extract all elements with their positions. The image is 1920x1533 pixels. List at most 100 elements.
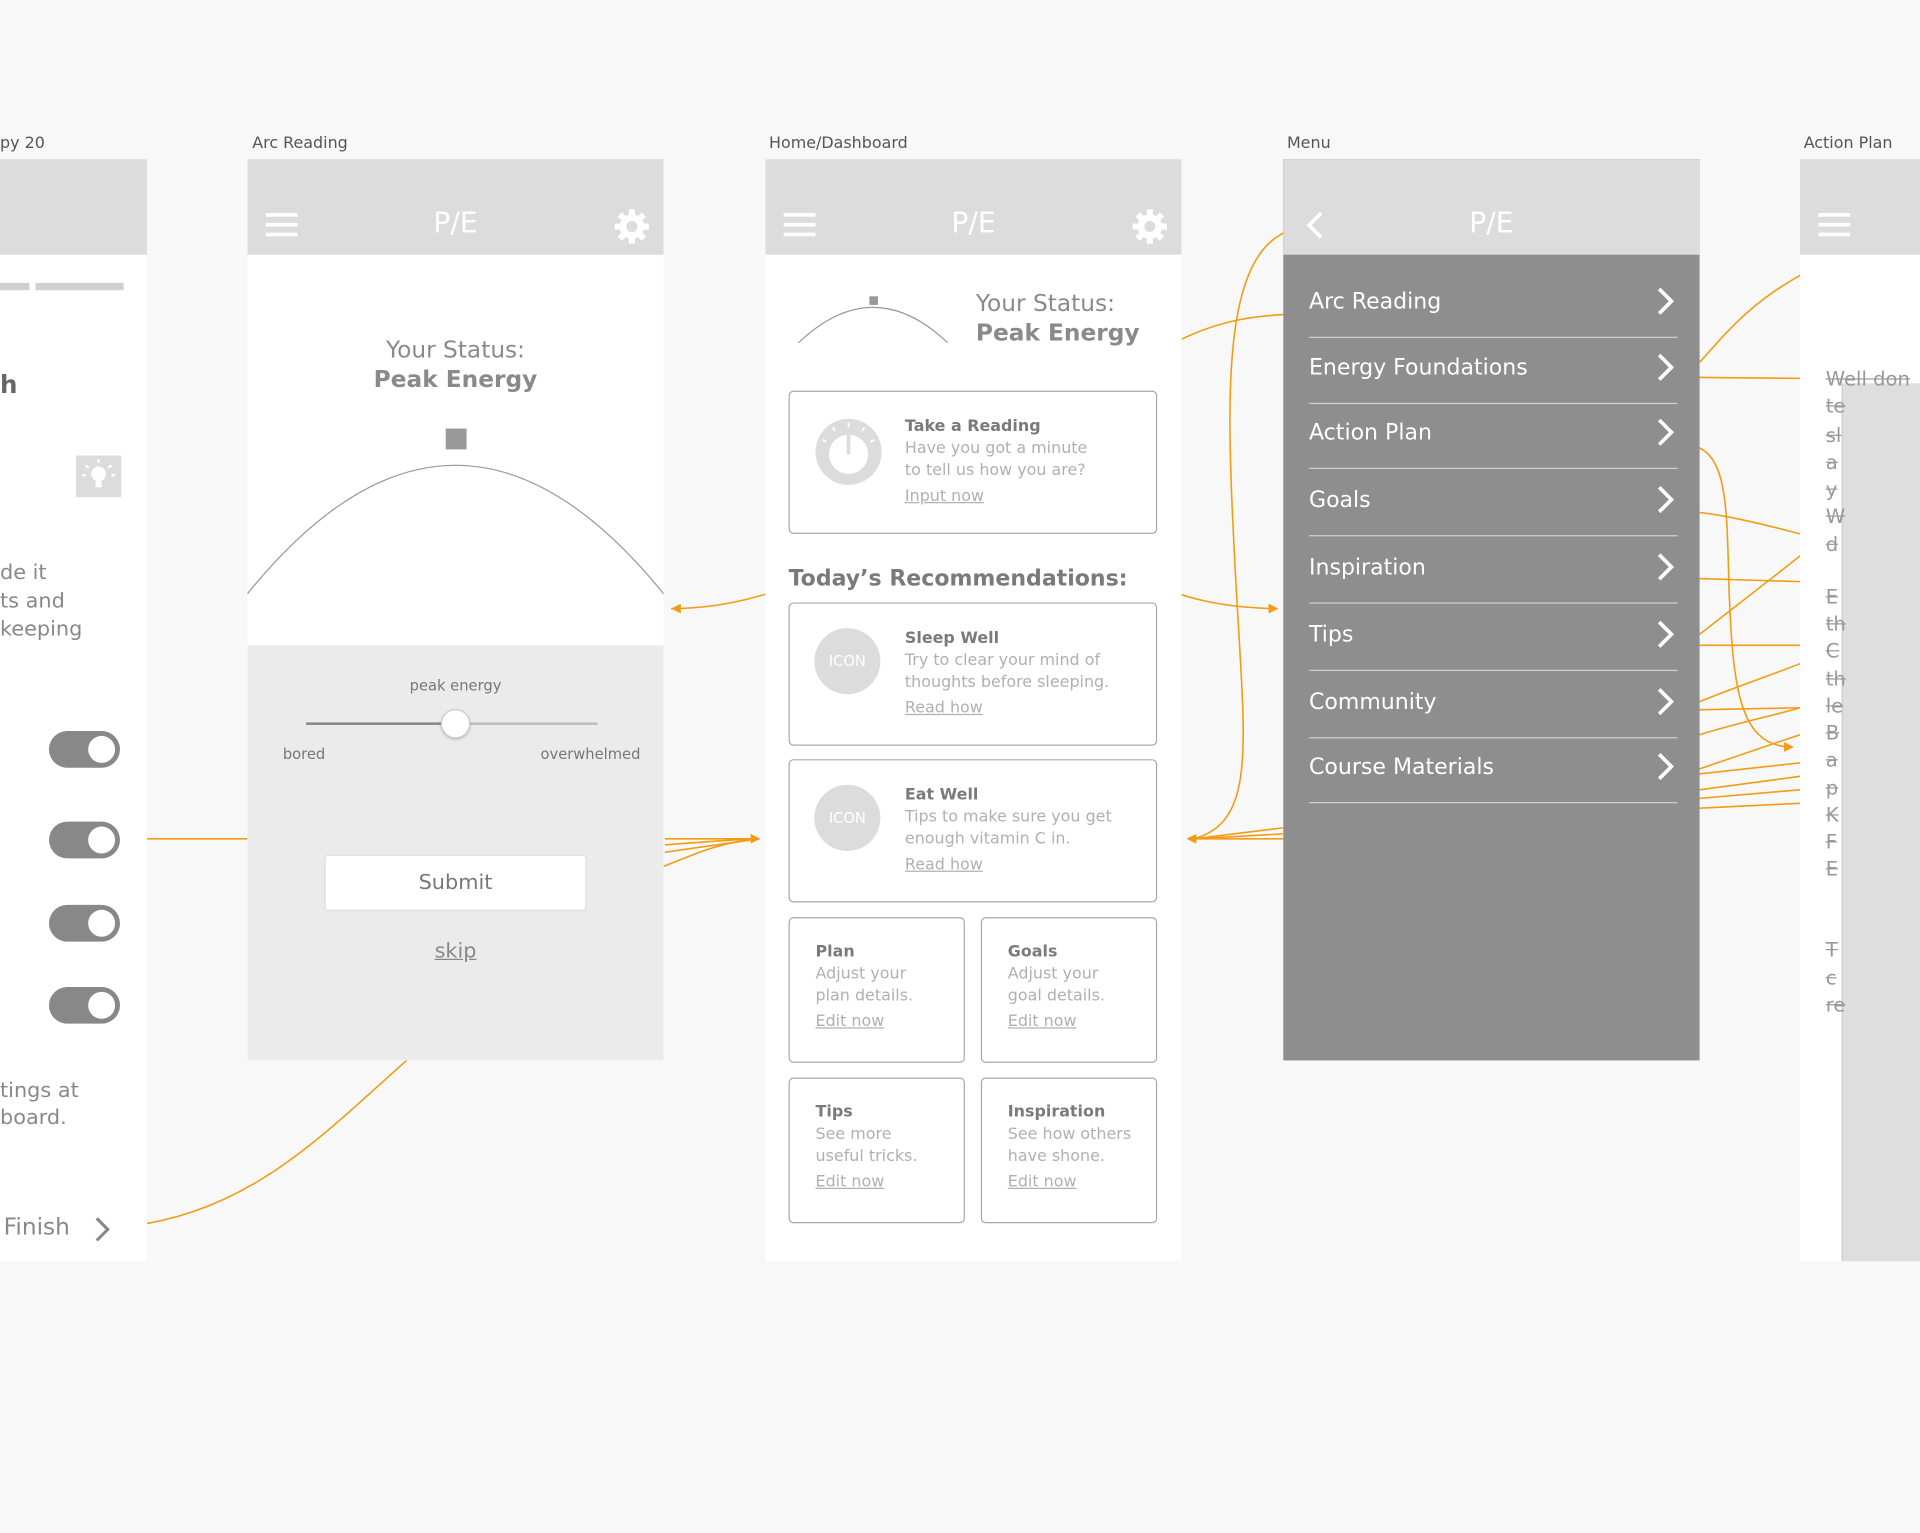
gear-icon[interactable] <box>613 208 650 245</box>
menu-item-energy-foundations[interactable]: Energy Foundations <box>1308 338 1678 405</box>
slider-thumb[interactable] <box>440 708 471 739</box>
struck-text: th <box>1825 667 1846 691</box>
slider-fill <box>306 722 457 725</box>
screen-arc-reading: P/E Your Status: Peak Energy peak energy… <box>247 159 664 1061</box>
recommendation-card[interactable]: ICON Eat Well Tips to make sure you get … <box>788 759 1158 903</box>
card-title: Sleep Well <box>904 629 1000 648</box>
screen-menu: P/E Arc Reading Energy Foundations Actio… <box>1283 159 1700 1061</box>
progress-segment <box>0 282 30 291</box>
take-reading-card[interactable]: Take a Reading Have you got a minute to … <box>788 390 1158 534</box>
screen-label-menu: Menu <box>1286 134 1331 154</box>
struck-text: a <box>1825 450 1838 474</box>
energy-arc-chart <box>247 428 664 595</box>
screen-copy: h de it ts and keeping tings at board. F… <box>0 159 147 1262</box>
tile-description: See more <box>815 1125 892 1144</box>
struck-text: re <box>1825 993 1846 1017</box>
app-logo: P/E <box>1469 208 1514 241</box>
placeholder-icon: ICON <box>814 784 881 852</box>
screen-label-arc: Arc Reading <box>252 134 348 154</box>
edit-now-link[interactable]: Edit now <box>816 1013 885 1031</box>
screen-label-home: Home/Dashboard <box>768 134 908 154</box>
finish-button[interactable]: Finish <box>3 1213 110 1242</box>
hamburger-menu-icon[interactable] <box>1818 213 1851 237</box>
read-how-link[interactable]: Read how <box>905 856 983 874</box>
struck-text: E <box>1825 857 1839 881</box>
recommendation-card[interactable]: ICON Sleep Well Try to clear your mind o… <box>788 602 1158 746</box>
toggle-switch[interactable] <box>48 986 121 1024</box>
input-now-link[interactable]: Input now <box>905 487 984 505</box>
struck-text: B <box>1825 721 1840 745</box>
menu-item-tips[interactable]: Tips <box>1308 605 1678 672</box>
slider-track[interactable] <box>306 708 598 739</box>
struck-text: W <box>1825 504 1846 528</box>
submit-button[interactable]: Submit <box>324 854 587 912</box>
tile-description: Adjust your <box>1007 964 1099 984</box>
gear-icon[interactable] <box>1131 208 1168 245</box>
card-title: Take a Reading <box>904 417 1041 436</box>
chevron-right-icon <box>1657 486 1675 514</box>
tile-description: Adjust your <box>815 964 907 984</box>
menu-item-arc-reading[interactable]: Arc Reading <box>1308 272 1678 338</box>
finish-label: Finish <box>3 1213 70 1241</box>
chevron-right-icon <box>95 1217 110 1242</box>
menu-item-label: Course Materials <box>1308 754 1494 781</box>
menu-item-goals[interactable]: Goals <box>1308 470 1678 537</box>
struck-text: sl <box>1825 423 1842 447</box>
tile-goals[interactable]: Goals Adjust your goal details. Edit now <box>980 917 1158 1063</box>
tile-inspiration[interactable]: Inspiration See how others have shone. E… <box>980 1077 1158 1224</box>
chevron-right-icon <box>1657 287 1675 315</box>
arc-marker <box>445 428 467 450</box>
status-value: Peak Energy <box>373 366 538 394</box>
struck-text: d <box>1825 532 1839 556</box>
struck-text: p <box>1825 776 1839 800</box>
edit-now-link[interactable]: Edit now <box>816 1173 885 1191</box>
read-how-link[interactable]: Read how <box>905 699 983 717</box>
overlay-panel <box>1841 383 1920 1262</box>
slider-panel: peak energy bored overwhelmed Submit ski… <box>247 645 664 1061</box>
menu-item-label: Arc Reading <box>1308 288 1442 315</box>
menu-item-label: Goals <box>1308 487 1371 514</box>
screen-action-plan <box>1800 159 1920 1262</box>
struck-text: th <box>1825 612 1846 636</box>
paragraph-line: de it <box>0 560 47 586</box>
tile-description: useful tricks. <box>815 1147 918 1166</box>
tile-title: Plan <box>815 942 855 962</box>
menu-item-course-materials[interactable]: Course Materials <box>1308 737 1678 804</box>
card-title: Eat Well <box>904 786 979 805</box>
struck-text: T <box>1825 937 1838 962</box>
struck-text: K <box>1825 803 1839 827</box>
lightbulb-icon <box>75 455 122 498</box>
chevron-right-icon <box>1657 553 1675 581</box>
struck-text: a <box>1825 748 1838 772</box>
header-bar <box>0 159 147 255</box>
tile-plan[interactable]: Plan Adjust your plan details. Edit now <box>788 917 965 1063</box>
status-line: Your Status: <box>385 336 526 364</box>
card-description: Have you got a minute <box>904 439 1088 458</box>
menu-item-community[interactable]: Community <box>1308 672 1678 739</box>
paragraph-line: board. <box>0 1105 67 1131</box>
struck-text: Well don <box>1825 367 1910 391</box>
tile-title: Tips <box>815 1103 853 1122</box>
heading-fragment: h <box>0 369 18 400</box>
app-logo: P/E <box>433 208 478 241</box>
card-description: Tips to make sure you get <box>904 808 1112 827</box>
struck-text: y <box>1825 477 1838 501</box>
struck-text: te <box>1825 394 1846 418</box>
tile-title: Goals <box>1007 942 1058 962</box>
toggle-switch[interactable] <box>48 731 121 768</box>
menu-item-action-plan[interactable]: Action Plan <box>1308 403 1678 469</box>
status-value: Peak Energy <box>975 319 1140 347</box>
progress-segment <box>35 282 124 291</box>
tile-tips[interactable]: Tips See more useful tricks. Edit now <box>788 1077 965 1224</box>
edit-now-link[interactable]: Edit now <box>1008 1173 1077 1191</box>
header-bar: P/E <box>1283 159 1700 255</box>
toggle-switch[interactable] <box>48 821 121 859</box>
struck-text: F <box>1825 830 1837 854</box>
menu-item-inspiration[interactable]: Inspiration <box>1308 538 1678 604</box>
paragraph-line: keeping <box>0 617 83 642</box>
toggle-switch[interactable] <box>48 904 121 942</box>
screen-home-dashboard: P/E Your Status: Peak Energy Take a Read… <box>765 159 1182 1262</box>
mini-arc-chart <box>798 296 948 344</box>
skip-link[interactable]: skip <box>247 939 663 963</box>
edit-now-link[interactable]: Edit now <box>1008 1013 1077 1031</box>
